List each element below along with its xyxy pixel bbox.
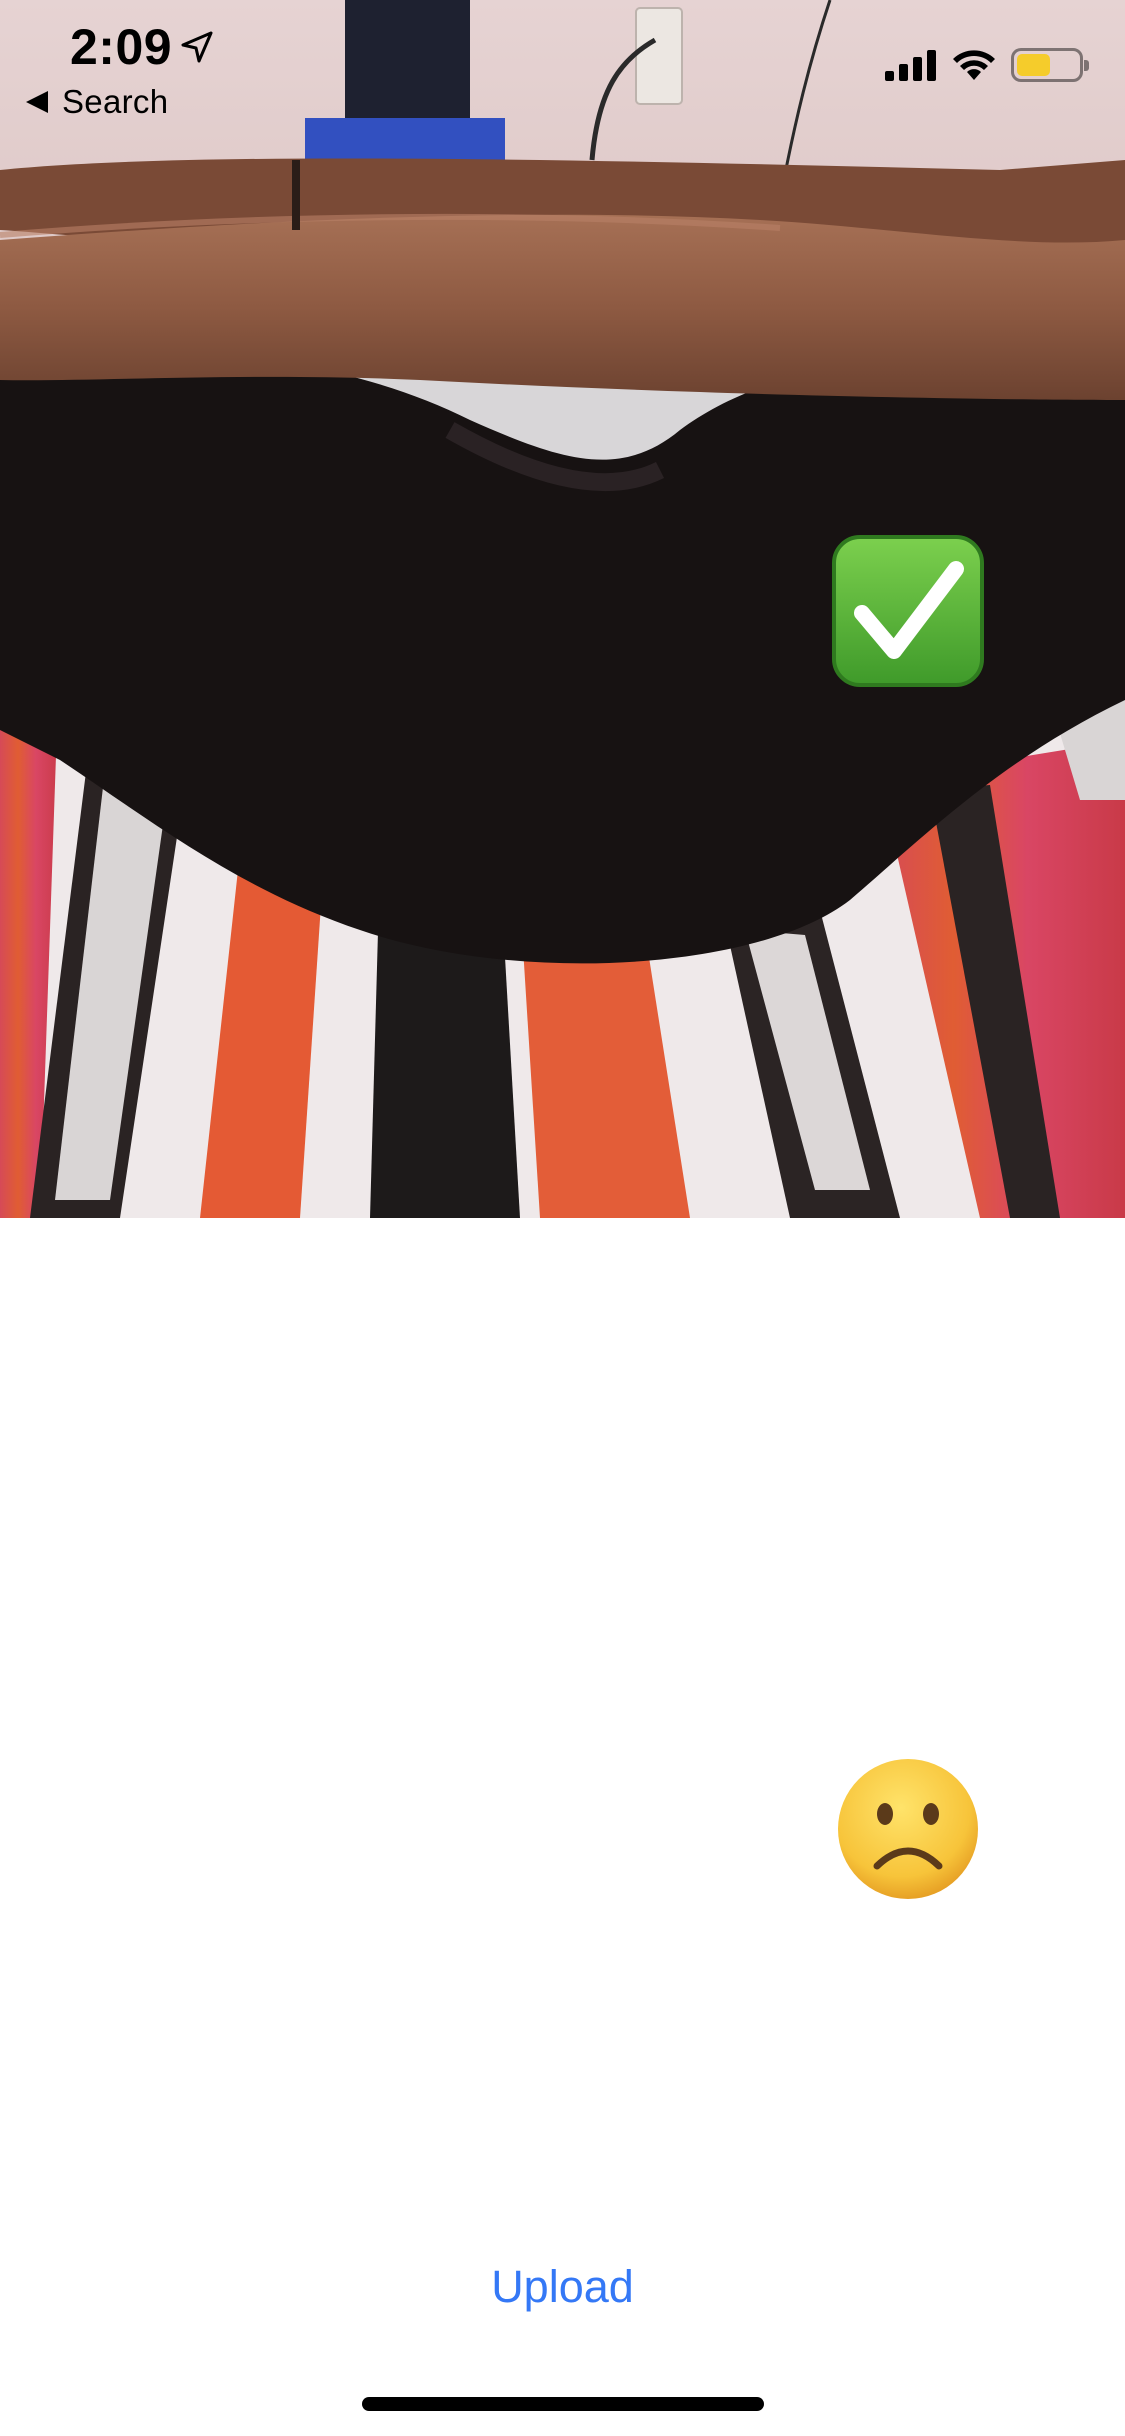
screen: 2:09 Search Upload [0, 0, 1125, 2436]
back-arrow-icon [26, 91, 48, 113]
back-link-label: Search [62, 83, 169, 120]
back-to-search-link[interactable]: Search [26, 80, 168, 124]
frowning-face-emoji-icon [835, 1756, 981, 1902]
status-icons [885, 48, 1089, 82]
status-time: 2:09 [70, 19, 173, 75]
upload-button[interactable]: Upload [0, 2252, 1125, 2322]
home-indicator[interactable] [362, 2397, 764, 2411]
location-arrow-icon [180, 30, 214, 64]
wifi-icon [951, 48, 997, 82]
green-check-emoji-icon [830, 533, 986, 689]
cellular-signal-icon [885, 49, 937, 81]
battery-level [1017, 54, 1050, 76]
battery-icon [1011, 48, 1089, 82]
status-bar: 2:09 Search [0, 0, 1125, 140]
